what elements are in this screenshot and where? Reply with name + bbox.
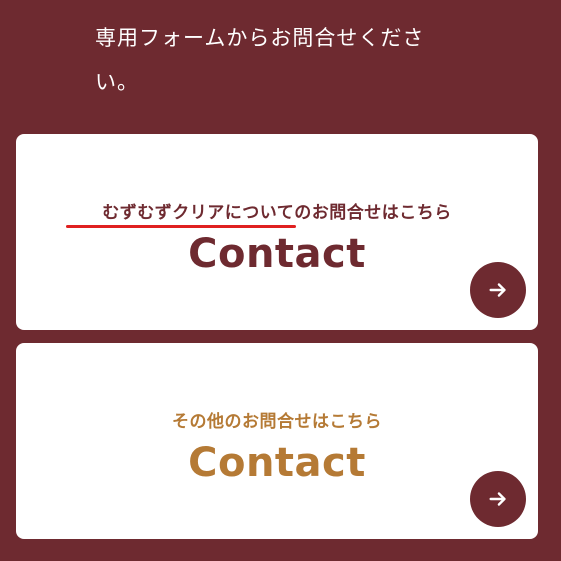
contact-card-other[interactable]: その他のお問合せはこちら Contact bbox=[16, 343, 538, 539]
card-subtitle: むずむずクリアについてのお問合せはこちら bbox=[102, 203, 452, 223]
contact-card-muzumuzu[interactable]: むずむずクリアについてのお問合せはこちら Contact bbox=[16, 134, 538, 330]
red-underline-annotation bbox=[66, 225, 296, 228]
card-title: Contact bbox=[188, 440, 366, 486]
arrow-right-icon[interactable] bbox=[470, 262, 526, 318]
arrow-right-icon[interactable] bbox=[470, 471, 526, 527]
card-title: Contact bbox=[188, 231, 366, 277]
intro-text: 専用フォームからお問合せください。 bbox=[95, 26, 425, 94]
card-subtitle: その他のお問合せはこちら bbox=[172, 412, 382, 432]
